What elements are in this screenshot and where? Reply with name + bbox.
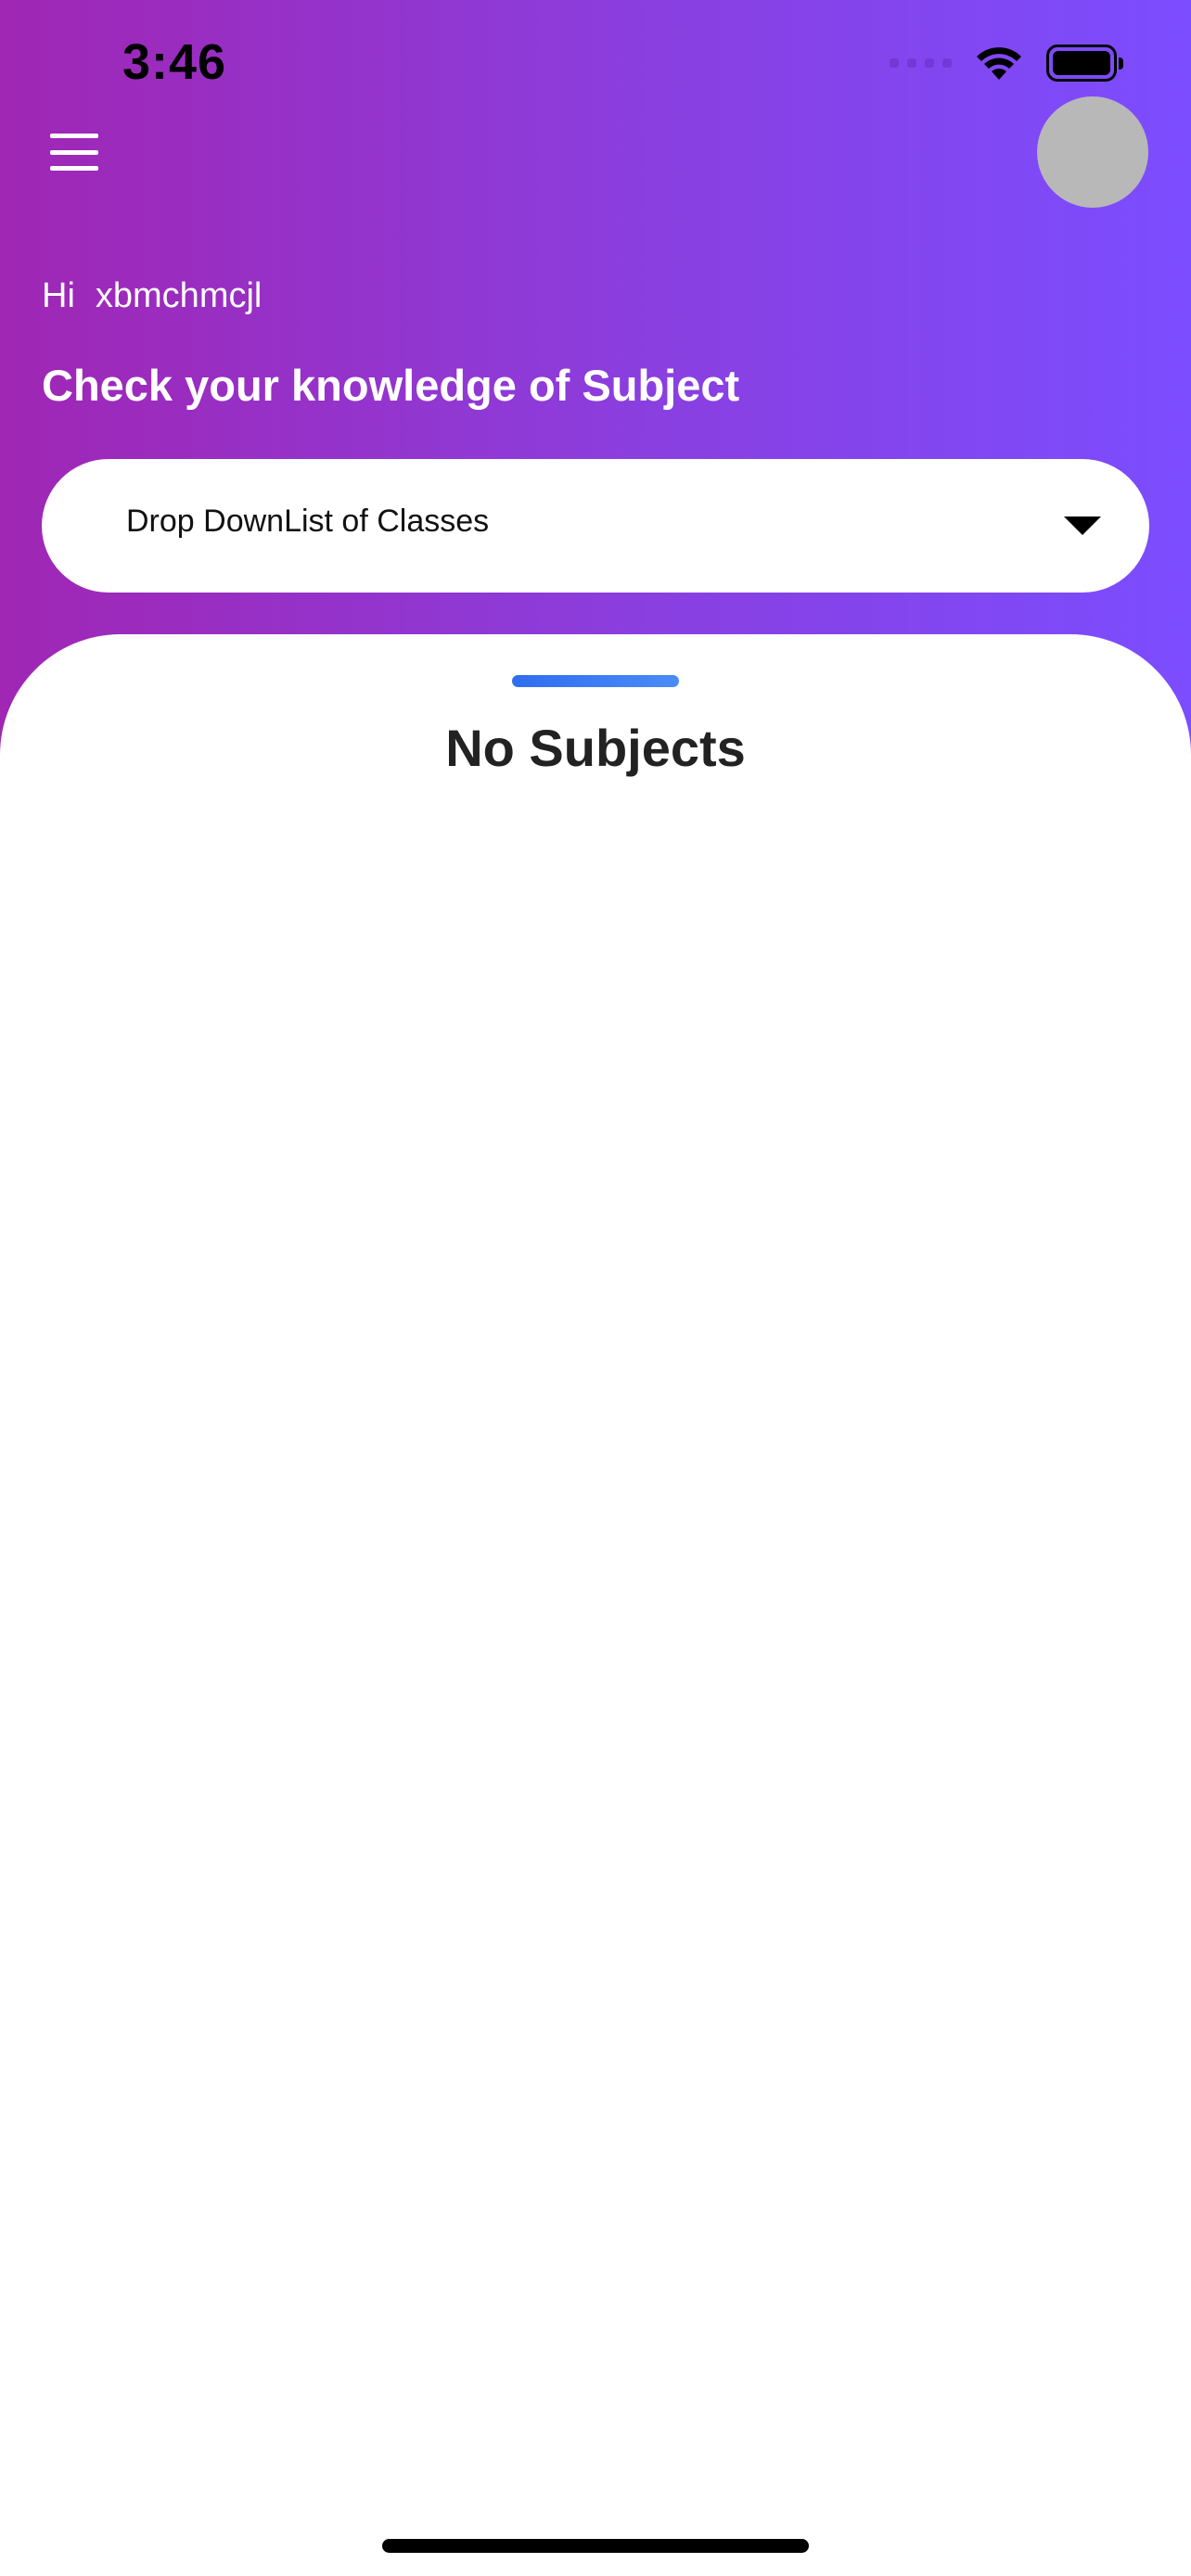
status-icons [890,45,1123,82]
cellular-signal-icon [890,58,952,68]
app-screen: 3:46 Hi xbmchmcjl Check your knowledge of… [0,0,1191,2576]
avatar[interactable] [1037,96,1148,208]
sheet-drag-handle[interactable] [512,675,679,687]
greeting: Hi xbmchmcjl [42,276,262,316]
battery-icon [1046,45,1123,82]
greeting-hi: Hi [42,276,75,315]
greeting-user-name: xbmchmcjl [95,276,263,315]
class-dropdown-label: Drop DownList of Classes [126,504,490,539]
home-indicator[interactable] [382,2539,809,2553]
class-dropdown[interactable]: Drop DownList of Classes [42,459,1149,593]
status-time: 3:46 [122,34,227,90]
wifi-icon [977,47,1021,80]
caret-down-icon [1064,516,1101,535]
empty-subjects-message: No Subjects [445,719,746,777]
subjects-sheet: No Subjects [0,634,1191,2576]
hamburger-menu-icon[interactable] [41,126,108,178]
page-title: Check your knowledge of Subject [42,361,740,410]
